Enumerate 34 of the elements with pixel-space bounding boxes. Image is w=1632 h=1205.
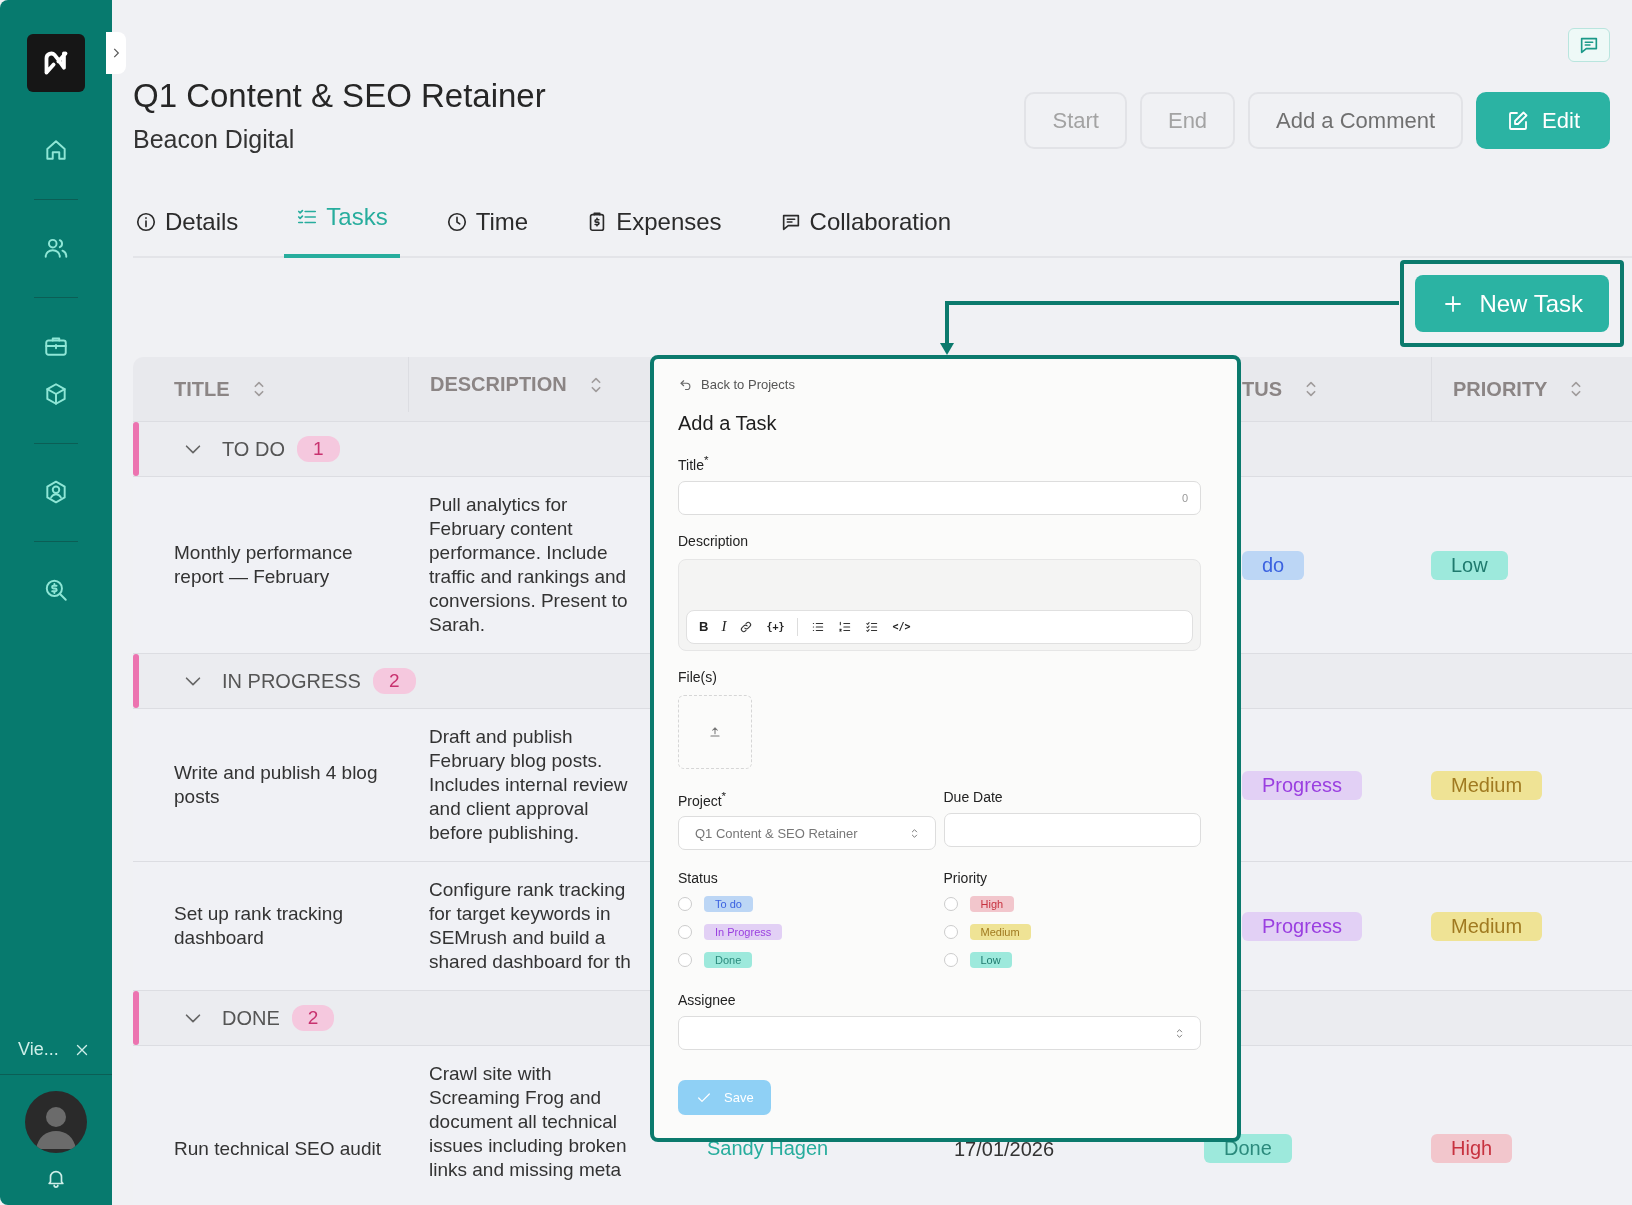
character-counter: 0	[1181, 491, 1188, 504]
task-description: Pull analytics for February content performance. Include traffic and rankings and conversions. Present to Sarah.	[429, 493, 628, 637]
group-label: IN PROGRESS	[222, 669, 361, 693]
status-tag: Progress	[1242, 911, 1363, 941]
field-label: Assignee	[678, 992, 736, 1009]
field-label: File(s)	[678, 668, 717, 685]
due-date: 17/01/2026	[954, 1136, 1055, 1161]
group-label: DONE	[222, 1006, 280, 1030]
task-title: Set up rank tracking dashboard	[174, 902, 344, 950]
status-tag: Progress	[1242, 770, 1363, 800]
task-title: Run technical SEO audit	[174, 1136, 381, 1161]
project-title: Q1 Content & SEO Retainer	[133, 76, 546, 116]
status-tag: do	[1242, 550, 1305, 580]
priority-tag: Medium	[1431, 911, 1543, 941]
task-description: Draft and publish February blog posts. Includes internal review and client approval before publishing.	[429, 725, 628, 845]
field-label: Status	[678, 870, 718, 887]
task-description: Crawl site with Screaming Frog and document all technical issues including broken links and missing meta	[429, 1062, 627, 1182]
count-badge: 2	[291, 1005, 335, 1031]
priority-tag: High	[1431, 1134, 1513, 1163]
task-title: Write and publish 4 blog posts	[174, 761, 379, 809]
field-label: Project$^{*}$	[678, 788, 727, 809]
field-label: Priority	[943, 870, 988, 887]
field-label: Title$^{*}$	[678, 453, 709, 473]
task-description: Configure rank tracking for target keywords in SEMrush and build a shared dashboard for th	[429, 878, 631, 974]
panel-title: Add a Task	[678, 412, 778, 435]
client-name: Beacon Digital	[133, 124, 296, 154]
priority-tag: Low	[1431, 550, 1508, 580]
priority-tag: Medium	[1431, 770, 1543, 800]
field-label: Due Date	[943, 788, 1003, 805]
group-label: TO DO	[222, 437, 285, 461]
count-badge: 2	[372, 668, 416, 694]
field-label: Description	[678, 532, 749, 549]
count-badge: 1	[296, 436, 340, 462]
task-title: Monthly performance report — February	[174, 541, 354, 589]
